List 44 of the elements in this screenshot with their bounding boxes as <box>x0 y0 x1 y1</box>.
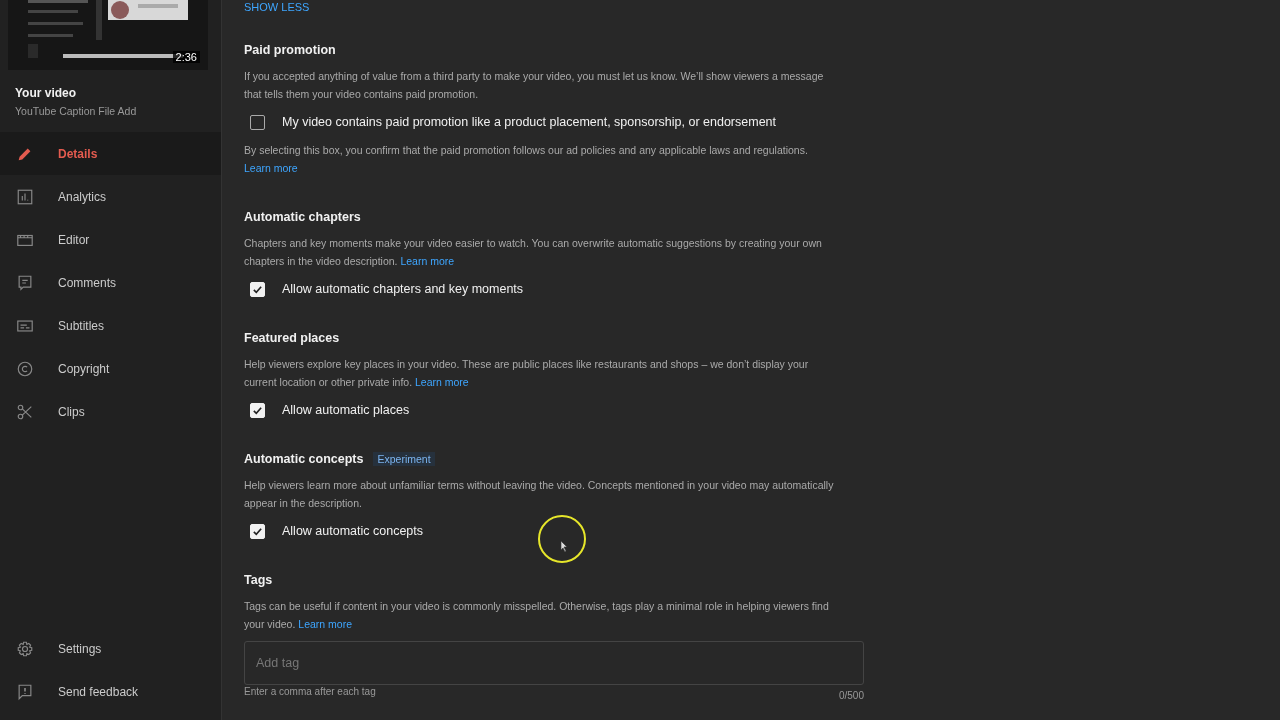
chart-icon <box>16 187 34 206</box>
video-title: Your video <box>15 86 78 100</box>
nav-item[interactable]: Subtitles <box>0 304 221 347</box>
checkbox-label: My video contains paid promotion like a product placement, sponsorship, or endorsement <box>282 115 777 129</box>
section-note: By selecting this box, you confirm that the paid promotion follows our ad policies and any applicable laws and regulations. Learn more <box>244 143 809 176</box>
nav-item[interactable]: Analytics <box>0 175 221 218</box>
show-less-link[interactable]: SHOW LESS <box>244 1 1280 15</box>
section-description: Help viewers explore key places in your video. These are public places like restaurants and shops – we don’t display your current location or other private info. Learn more <box>244 357 810 390</box>
field-hint: Enter a comma after each tag <box>244 686 376 699</box>
learn-more-link[interactable]: Learn more <box>415 376 469 388</box>
experiment-badge: Experiment <box>373 452 435 466</box>
nav-item[interactable]: Clips <box>0 390 221 433</box>
video-subtitle: YouTube Caption File Add <box>15 105 138 117</box>
video-duration: 2:36 <box>172 51 200 63</box>
nav-item[interactable]: Comments <box>0 261 221 304</box>
section-heading: Featured places <box>244 331 340 345</box>
learn-more-link[interactable]: Learn more <box>400 255 455 267</box>
settings-icon <box>16 639 34 658</box>
section-heading: Automatic concepts <box>244 452 364 466</box>
checkbox-label: Allow automatic concepts <box>282 524 424 538</box>
copyright-icon <box>16 359 34 378</box>
nav-item[interactable]: Details <box>0 132 221 175</box>
section-heading: Tags <box>244 573 273 587</box>
checkbox-label: Allow automatic places <box>282 403 410 417</box>
comment-icon <box>16 273 34 292</box>
nav-item[interactable]: Send feedback <box>0 670 221 713</box>
section-heading: Paid promotion <box>244 43 336 57</box>
learn-more-link[interactable]: Learn more <box>298 618 352 630</box>
cursor-highlight <box>537 514 587 564</box>
section-description: Help viewers learn more about unfamiliar terms without leaving the video. Concepts mentioned in your video may automatically appear in the description. <box>244 478 835 511</box>
learn-more-link[interactable]: Learn more <box>244 162 298 174</box>
character-counter: 0/500 <box>838 690 864 701</box>
section-heading: Automatic chapters <box>244 210 361 224</box>
feedback-icon <box>16 682 34 701</box>
scissors-icon <box>16 402 34 421</box>
nav-item[interactable]: Settings <box>0 627 221 670</box>
section-description: Chapters and key moments make your video easier to watch. You can overwrite automatic suggestions by creating your own chapters in the video description. Learn more <box>244 236 823 269</box>
tag-input-field[interactable]: Add tag <box>244 641 864 685</box>
nav-item[interactable]: Editor <box>0 218 221 261</box>
section-description: If you accepted anything of value from a third party to make your video, you must let us know. We’ll show viewers a message that tells them your video contains paid promotion. <box>244 69 825 102</box>
checkbox-label: Allow automatic chapters and key moments <box>282 282 524 296</box>
checkbox[interactable] <box>250 114 265 130</box>
section-description: Tags can be useful if content in your video is commonly misspelled. Otherwise, tags play a minimal role in helping viewers find your video. Learn more <box>244 599 830 632</box>
nav-item[interactable]: Copyright <box>0 347 221 390</box>
